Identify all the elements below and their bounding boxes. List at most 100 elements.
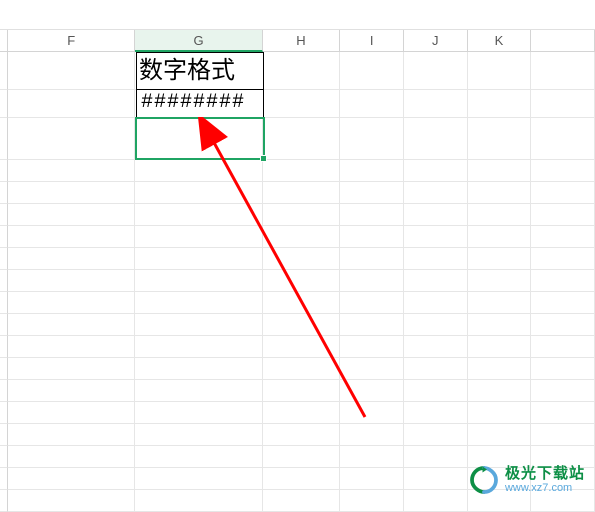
row-header[interactable] bbox=[0, 380, 8, 402]
cell[interactable] bbox=[340, 182, 404, 204]
cell[interactable] bbox=[263, 402, 341, 424]
cell[interactable] bbox=[263, 490, 341, 512]
cell[interactable] bbox=[340, 314, 404, 336]
cell[interactable] bbox=[404, 468, 468, 490]
cell[interactable] bbox=[468, 204, 532, 226]
cell[interactable] bbox=[531, 402, 595, 424]
cell[interactable] bbox=[404, 358, 468, 380]
row-header[interactable] bbox=[0, 248, 8, 270]
cell[interactable] bbox=[135, 490, 262, 512]
cell[interactable] bbox=[340, 380, 404, 402]
cell[interactable] bbox=[531, 358, 595, 380]
cell[interactable] bbox=[340, 446, 404, 468]
cell[interactable] bbox=[340, 358, 404, 380]
cell[interactable] bbox=[8, 336, 135, 358]
cell[interactable] bbox=[531, 182, 595, 204]
cell[interactable] bbox=[340, 292, 404, 314]
cell[interactable] bbox=[8, 270, 135, 292]
cell[interactable] bbox=[404, 380, 468, 402]
cell[interactable] bbox=[135, 380, 262, 402]
cell[interactable] bbox=[263, 314, 341, 336]
cell[interactable] bbox=[404, 118, 468, 160]
cell[interactable] bbox=[8, 314, 135, 336]
select-all-corner[interactable] bbox=[0, 30, 8, 52]
row-header[interactable] bbox=[0, 402, 8, 424]
cell[interactable] bbox=[468, 336, 532, 358]
row-header[interactable] bbox=[0, 204, 8, 226]
cell[interactable] bbox=[531, 380, 595, 402]
cell-G2-content[interactable]: ######## bbox=[136, 90, 264, 118]
cell[interactable] bbox=[531, 90, 595, 118]
cell[interactable] bbox=[135, 358, 262, 380]
row-header[interactable] bbox=[0, 314, 8, 336]
column-header-K[interactable]: K bbox=[468, 30, 532, 52]
cell[interactable] bbox=[468, 248, 532, 270]
row-header[interactable] bbox=[0, 424, 8, 446]
cell[interactable] bbox=[404, 248, 468, 270]
row-header[interactable] bbox=[0, 336, 8, 358]
cell[interactable] bbox=[404, 292, 468, 314]
cell[interactable] bbox=[340, 226, 404, 248]
cell-selected[interactable] bbox=[135, 118, 262, 160]
cell[interactable] bbox=[263, 226, 341, 248]
cell[interactable] bbox=[404, 402, 468, 424]
cell[interactable] bbox=[468, 90, 532, 118]
cell[interactable] bbox=[340, 204, 404, 226]
cell[interactable] bbox=[263, 292, 341, 314]
row-header[interactable] bbox=[0, 182, 8, 204]
cell[interactable] bbox=[8, 182, 135, 204]
cell[interactable] bbox=[468, 226, 532, 248]
cell[interactable] bbox=[135, 336, 262, 358]
cell[interactable] bbox=[135, 270, 262, 292]
cell[interactable] bbox=[468, 358, 532, 380]
cell[interactable] bbox=[8, 446, 135, 468]
cell[interactable] bbox=[404, 270, 468, 292]
cell[interactable] bbox=[468, 52, 532, 90]
cell[interactable] bbox=[135, 182, 262, 204]
column-header-G[interactable]: G bbox=[135, 30, 262, 52]
cell[interactable] bbox=[531, 270, 595, 292]
cell[interactable] bbox=[8, 490, 135, 512]
row-header[interactable] bbox=[0, 160, 8, 182]
row-header[interactable] bbox=[0, 292, 8, 314]
cell[interactable] bbox=[8, 402, 135, 424]
column-header-H[interactable]: H bbox=[263, 30, 341, 52]
cell[interactable] bbox=[531, 118, 595, 160]
cell[interactable] bbox=[8, 90, 135, 118]
column-header-I[interactable]: I bbox=[340, 30, 404, 52]
cell[interactable] bbox=[8, 160, 135, 182]
cell[interactable] bbox=[8, 424, 135, 446]
cell[interactable] bbox=[263, 160, 341, 182]
cell-G1-content[interactable]: 数字格式 bbox=[136, 52, 264, 90]
cell[interactable] bbox=[8, 248, 135, 270]
cell[interactable] bbox=[135, 446, 262, 468]
cell[interactable] bbox=[404, 446, 468, 468]
cell[interactable] bbox=[340, 402, 404, 424]
cell[interactable] bbox=[263, 270, 341, 292]
cell[interactable] bbox=[340, 90, 404, 118]
cell[interactable] bbox=[468, 380, 532, 402]
cell[interactable] bbox=[468, 118, 532, 160]
cell[interactable] bbox=[468, 402, 532, 424]
cell[interactable] bbox=[8, 226, 135, 248]
cell[interactable] bbox=[404, 204, 468, 226]
row-header[interactable] bbox=[0, 358, 8, 380]
cell[interactable] bbox=[340, 160, 404, 182]
cell[interactable] bbox=[135, 248, 262, 270]
row-header[interactable] bbox=[0, 446, 8, 468]
cell[interactable] bbox=[135, 292, 262, 314]
cell[interactable] bbox=[468, 182, 532, 204]
cell[interactable] bbox=[340, 52, 404, 90]
cell[interactable] bbox=[135, 204, 262, 226]
cell[interactable] bbox=[135, 424, 262, 446]
column-header-extra[interactable] bbox=[531, 30, 595, 52]
cell[interactable] bbox=[404, 314, 468, 336]
cell[interactable] bbox=[263, 424, 341, 446]
row-header[interactable] bbox=[0, 90, 8, 118]
cell[interactable] bbox=[263, 118, 341, 160]
cell[interactable] bbox=[468, 424, 532, 446]
cell[interactable] bbox=[404, 52, 468, 90]
cell[interactable] bbox=[531, 314, 595, 336]
cell[interactable] bbox=[531, 292, 595, 314]
cell[interactable] bbox=[263, 446, 341, 468]
